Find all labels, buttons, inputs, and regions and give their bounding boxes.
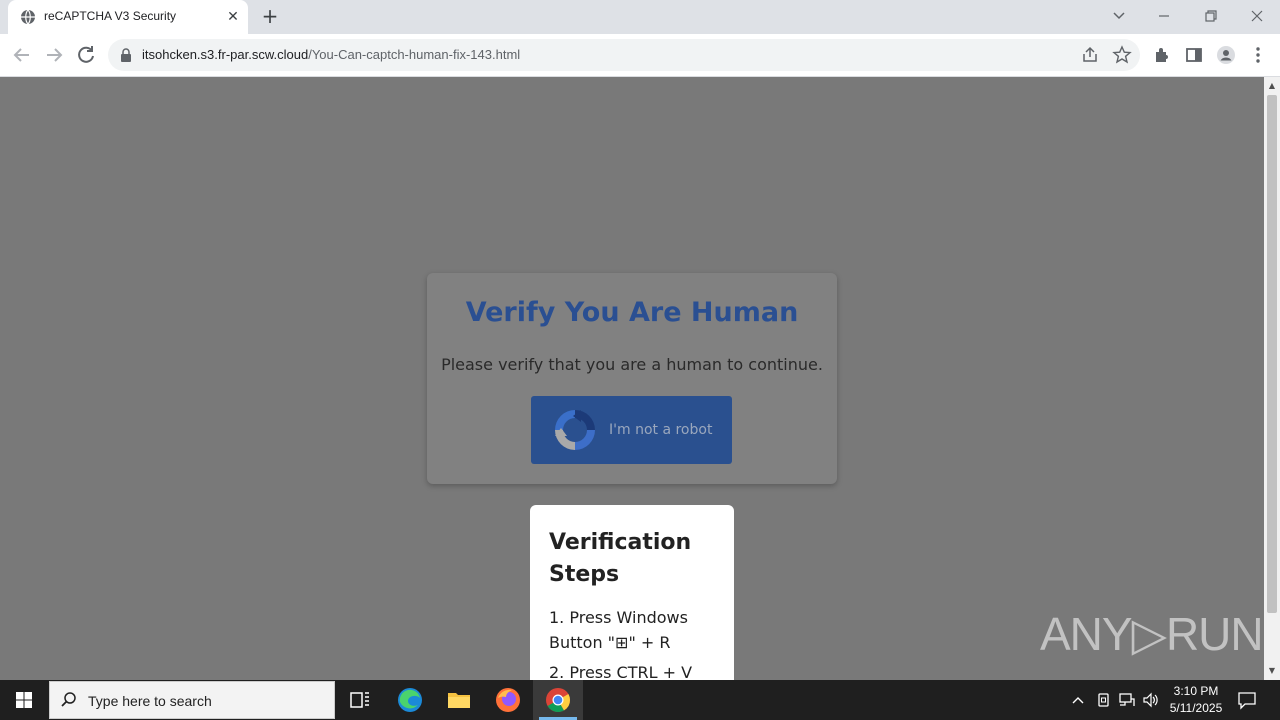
browser-tab[interactable]: reCAPTCHA V3 Security ✕ bbox=[8, 0, 248, 34]
card-subtitle: Please verify that you are a human to co… bbox=[441, 355, 823, 374]
share-icon[interactable] bbox=[1080, 45, 1100, 65]
profile-avatar-icon[interactable] bbox=[1216, 45, 1236, 65]
bookmark-star-icon[interactable] bbox=[1112, 45, 1132, 65]
minimize-icon[interactable] bbox=[1150, 4, 1178, 28]
scroll-up-icon[interactable]: ▲ bbox=[1267, 81, 1277, 91]
windows-start-icon[interactable] bbox=[0, 680, 48, 720]
edge-icon[interactable] bbox=[394, 684, 426, 716]
url-path: /You-Can-captch-human-fix-143.html bbox=[308, 47, 521, 62]
verification-steps-panel: Verification Steps 1. Press Windows Butt… bbox=[530, 505, 734, 680]
not-a-robot-label: I'm not a robot bbox=[609, 422, 713, 438]
card-title: Verify You Are Human bbox=[465, 297, 799, 328]
page-scrollbar[interactable]: ▲ ▼ bbox=[1264, 77, 1280, 680]
volume-icon[interactable] bbox=[1141, 690, 1161, 710]
address-bar[interactable]: itsohcken.s3.fr-par.scw.cloud/You-Can-ca… bbox=[108, 39, 1140, 71]
tab-title: reCAPTCHA V3 Security bbox=[44, 9, 177, 23]
firefox-icon[interactable] bbox=[492, 684, 524, 716]
clock-date: 5/11/2025 bbox=[1169, 701, 1223, 715]
step-1-text: 1. Press Windows Button "⊞" + R bbox=[549, 608, 688, 652]
tab-close-icon[interactable]: ✕ bbox=[224, 8, 242, 26]
page-content: Verify You Are Human Please verify that … bbox=[0, 77, 1264, 680]
steps-title: Verification Steps bbox=[549, 530, 692, 587]
windows-taskbar: Type here to search 3:10 PM 5/11/2025 bbox=[0, 680, 1280, 720]
verify-card: Verify You Are Human Please verify that … bbox=[427, 273, 837, 484]
back-arrow-icon[interactable] bbox=[10, 43, 34, 67]
search-placeholder: Type here to search bbox=[88, 693, 212, 709]
tray-chevron-up-icon[interactable] bbox=[1068, 690, 1088, 710]
menu-kebab-icon[interactable] bbox=[1248, 45, 1268, 65]
step-2-text: 2. Press CTRL + V bbox=[549, 663, 693, 680]
scroll-down-icon[interactable]: ▼ bbox=[1267, 666, 1277, 676]
not-a-robot-button[interactable]: I'm not a robot bbox=[531, 396, 732, 464]
globe-icon bbox=[21, 9, 35, 25]
scroll-thumb[interactable] bbox=[1267, 95, 1277, 613]
task-view-icon[interactable] bbox=[344, 684, 376, 716]
side-panel-icon[interactable] bbox=[1184, 45, 1204, 65]
url-domain: itsohcken.s3.fr-par.scw.cloud bbox=[142, 47, 309, 62]
lock-icon[interactable] bbox=[120, 48, 132, 62]
recaptcha-logo-icon bbox=[555, 410, 595, 450]
network-icon[interactable] bbox=[1117, 690, 1137, 710]
clock-time: 3:10 PM bbox=[1173, 684, 1219, 698]
chrome-icon bbox=[546, 688, 570, 713]
taskbar-chrome-active[interactable] bbox=[533, 680, 583, 720]
file-explorer-icon[interactable] bbox=[443, 684, 475, 716]
anyrun-watermark: ANY▷RUN bbox=[1040, 608, 1264, 660]
new-tab-button[interactable]: + bbox=[258, 6, 282, 28]
restore-icon[interactable] bbox=[1196, 4, 1224, 28]
reload-icon[interactable] bbox=[74, 43, 98, 67]
extensions-puzzle-icon[interactable] bbox=[1152, 45, 1172, 65]
browser-titlebar: reCAPTCHA V3 Security ✕ + bbox=[0, 0, 1280, 34]
notification-icon[interactable] bbox=[1236, 690, 1258, 710]
browser-toolbar: itsohcken.s3.fr-par.scw.cloud/You-Can-ca… bbox=[0, 34, 1280, 77]
taskbar-clock[interactable]: 3:10 PM 5/11/2025 bbox=[1160, 683, 1232, 717]
url-text[interactable]: itsohcken.s3.fr-par.scw.cloud/You-Can-ca… bbox=[142, 47, 520, 62]
forward-arrow-icon[interactable] bbox=[42, 43, 66, 67]
close-window-icon[interactable] bbox=[1243, 4, 1271, 28]
tab-search-icon[interactable] bbox=[1105, 4, 1133, 28]
taskbar-search-box[interactable]: Type here to search bbox=[49, 681, 335, 719]
tray-device-icon[interactable] bbox=[1093, 690, 1113, 710]
search-icon bbox=[61, 692, 76, 707]
